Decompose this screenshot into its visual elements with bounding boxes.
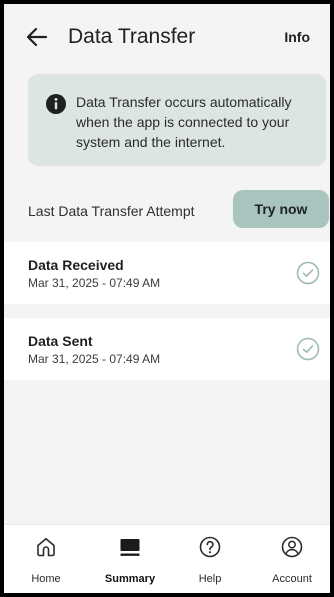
nav-item-home[interactable]: Home: [6, 525, 86, 594]
app-screen: Data Transfer Info Data Transfer occurs …: [0, 0, 334, 597]
row-date: Mar 31, 2025 - 07:49 AM: [28, 352, 161, 366]
info-banner: Data Transfer occurs automatically when …: [28, 74, 326, 166]
home-icon: [34, 535, 58, 559]
data-received-row: Data Received Mar 31, 2025 - 07:49 AM: [4, 242, 330, 304]
header: Data Transfer Info: [4, 4, 330, 66]
info-link[interactable]: Info: [284, 28, 310, 46]
try-now-button[interactable]: Try now: [233, 190, 329, 228]
nav-label-help: Help: [198, 573, 222, 585]
nav-item-help[interactable]: Help: [170, 525, 250, 594]
nav-label-home: Home: [31, 573, 61, 585]
arrow-left-icon[interactable]: [24, 24, 50, 50]
account-icon: [280, 535, 304, 559]
row-title: Data Received: [28, 257, 124, 273]
bottom-nav: Home Summary Help Account: [4, 524, 330, 593]
help-icon: [198, 535, 222, 559]
nav-label-account: Account: [272, 573, 312, 585]
row-date: Mar 31, 2025 - 07:49 AM: [28, 276, 161, 290]
check-circle-icon: [296, 337, 320, 361]
check-circle-icon: [296, 261, 320, 285]
nav-item-account[interactable]: Account: [252, 525, 332, 594]
nav-item-summary[interactable]: Summary: [90, 525, 170, 594]
summary-icon: [118, 535, 142, 559]
data-sent-row: Data Sent Mar 31, 2025 - 07:49 AM: [4, 318, 330, 380]
last-attempt-label: Last Data Transfer Attempt: [28, 203, 195, 219]
page-title: Data Transfer: [68, 25, 196, 48]
nav-label-summary: Summary: [104, 573, 156, 585]
banner-text: Data Transfer occurs automatically when …: [76, 94, 292, 150]
row-title: Data Sent: [28, 333, 93, 349]
info-icon: [46, 94, 66, 114]
